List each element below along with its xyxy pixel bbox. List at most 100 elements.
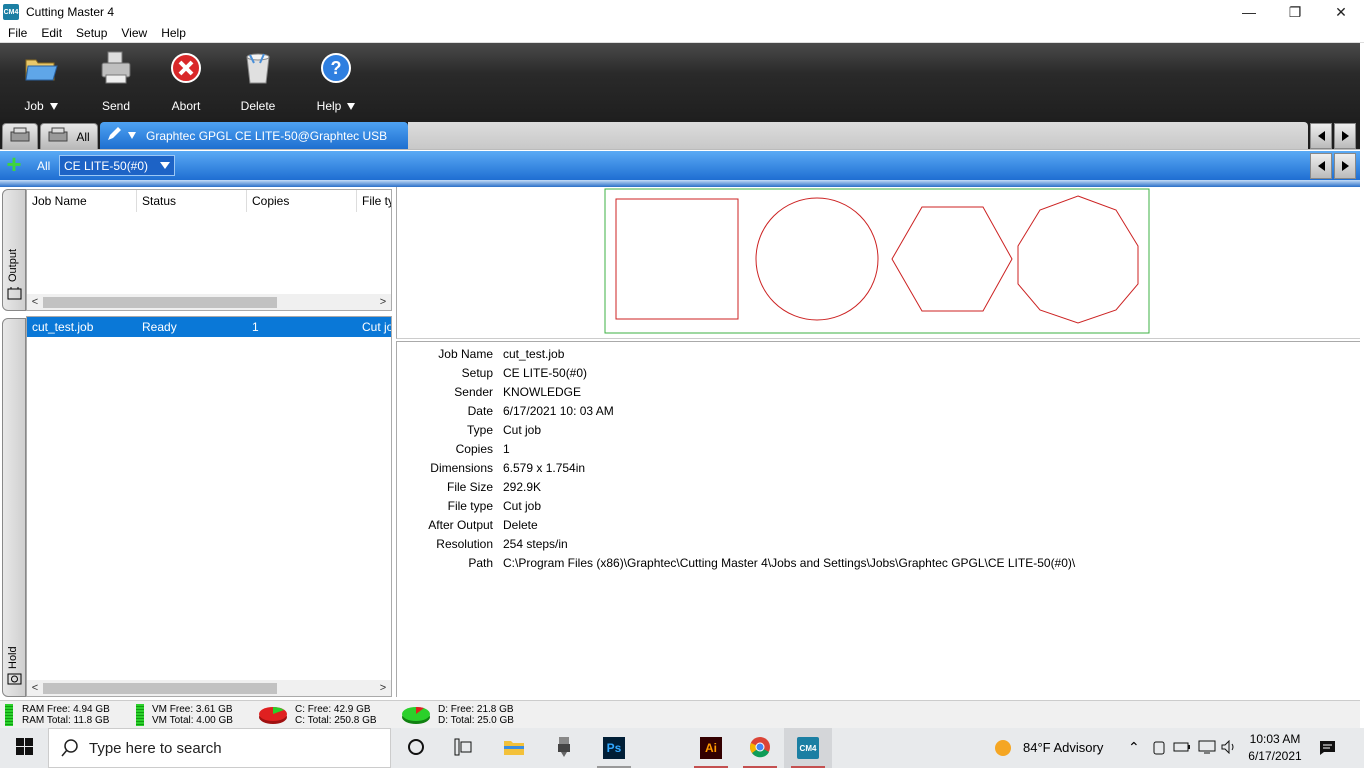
file-explorer-button[interactable]	[490, 728, 538, 768]
device-icon-tab[interactable]	[2, 123, 38, 149]
hold-job-list: cut_test.job Ready 1 Cut jo < >	[26, 316, 392, 697]
disk-c-status: C: Free: 42.9 GB C: Total: 250.8 GB	[295, 704, 377, 726]
restore-button[interactable]: ❐	[1272, 0, 1318, 24]
detail-copies: Copies 1	[455, 442, 510, 456]
abort-button-label: Abort	[171, 99, 201, 113]
scroll-left-icon[interactable]: <	[27, 294, 43, 310]
menu-setup[interactable]: Setup	[69, 26, 114, 40]
setup-tab-all[interactable]: All	[33, 155, 54, 177]
output-hscrollbar[interactable]: < >	[27, 294, 391, 310]
task-view-icon	[407, 738, 425, 759]
illustrator-button[interactable]: Ai	[687, 728, 735, 768]
column-copies[interactable]: Copies	[247, 190, 357, 212]
widgets-button[interactable]	[440, 728, 486, 768]
cutting-master-icon: CM4	[797, 737, 819, 759]
decagon-shape	[1017, 195, 1139, 324]
close-button[interactable]: ✕	[1318, 0, 1364, 24]
minimize-button[interactable]: —	[1226, 0, 1272, 24]
table-row[interactable]: cut_test.job Ready 1 Cut jo	[27, 317, 391, 337]
help-icon: ?	[318, 51, 354, 85]
scroll-left-button[interactable]	[1310, 123, 1332, 149]
cutting-master-button[interactable]: CM4	[784, 728, 832, 768]
delete-button[interactable]: Delete	[228, 51, 288, 115]
abort-button[interactable]: Abort	[156, 51, 216, 115]
device-tab-label: Graphtec GPGL CE LITE-50@Graphtec USB	[146, 128, 388, 143]
photoshop-icon: Ps	[603, 737, 625, 759]
menu-view[interactable]: View	[114, 26, 154, 40]
output-tab-label: Output	[7, 248, 19, 282]
setup-scroll-left-button[interactable]	[1310, 153, 1332, 179]
chevron-down-icon[interactable]	[128, 132, 136, 139]
search-icon	[61, 739, 79, 760]
abort-icon	[168, 51, 204, 85]
detail-path: Path C:\Program Files (x86)\Graphtec\Cutt…	[468, 556, 1076, 570]
preview-canvas	[604, 188, 1150, 334]
start-button[interactable]	[0, 728, 48, 768]
device-tab-all-label: All	[76, 129, 90, 144]
detail-job-name: Job Name cut_test.job	[438, 347, 565, 361]
chrome-button[interactable]	[736, 728, 784, 768]
photoshop-button[interactable]: Ps	[590, 728, 638, 768]
clock[interactable]: 10:03 AM 6/17/2021	[1244, 731, 1306, 765]
window-title: Cutting Master 4	[26, 5, 115, 19]
scroll-thumb[interactable]	[43, 683, 277, 694]
hold-hscrollbar[interactable]: < >	[27, 680, 391, 696]
scroll-right-icon[interactable]: >	[375, 294, 391, 310]
send-button[interactable]: Send	[86, 51, 146, 115]
setup-tab-strip: + All CE LITE-50(#0)	[0, 151, 1360, 180]
chevron-up-icon[interactable]: ⌃	[1128, 739, 1140, 756]
disk-d-pie-icon	[401, 705, 431, 728]
output-tab-icon	[7, 286, 22, 304]
volume-icon[interactable]	[1221, 739, 1237, 757]
notification-icon[interactable]	[1319, 740, 1336, 759]
taskbar: Type here to search Ps Ai CM4 84°F Advis…	[0, 728, 1364, 768]
scroll-right-button[interactable]	[1334, 123, 1356, 149]
send-button-label: Send	[101, 99, 131, 113]
folder-icon	[503, 738, 525, 759]
hold-side-tab[interactable]: Hold	[2, 318, 26, 697]
task-view-button[interactable]	[393, 728, 439, 768]
setup-scroll-right-button[interactable]	[1334, 153, 1356, 179]
setup-selector[interactable]: CE LITE-50(#0)	[59, 155, 175, 176]
column-job-name[interactable]: Job Name	[27, 190, 137, 212]
tray-app-icon[interactable]	[1152, 741, 1166, 758]
help-button[interactable]: ? Help	[306, 51, 366, 115]
menu-file[interactable]: File	[0, 26, 34, 40]
output-side-tab[interactable]: Output	[2, 189, 26, 311]
column-file-type[interactable]: File ty	[357, 190, 391, 212]
weather-text[interactable]: 84°F Advisory	[1023, 740, 1103, 755]
windows-icon	[15, 738, 33, 758]
arrow-right-icon	[1341, 131, 1349, 141]
battery-icon[interactable]	[1173, 741, 1191, 756]
detail-after-output: After Output Delete	[428, 518, 538, 532]
column-status[interactable]: Status	[137, 190, 247, 212]
job-button[interactable]: Job	[11, 51, 71, 115]
device-tab-strip: All Graphtec GPGL CE LITE-50@Graphtec US…	[0, 119, 1360, 150]
usb-tool-button[interactable]	[540, 728, 588, 768]
scroll-thumb[interactable]	[43, 297, 277, 308]
job-type-cell: Cut jo	[362, 320, 391, 334]
search-placeholder: Type here to search	[89, 739, 222, 757]
detail-file-size: File Size 292.9K	[446, 480, 542, 494]
chevron-down-icon	[347, 103, 356, 111]
weather-icon[interactable]	[994, 739, 1012, 760]
menu-edit[interactable]: Edit	[34, 26, 69, 40]
usb-drive-icon	[557, 736, 571, 761]
menu-help[interactable]: Help	[154, 26, 193, 40]
app-icon: CM4	[3, 4, 19, 20]
vm-status: VM Free: 3.61 GB VM Total: 4.00 GB	[152, 704, 233, 726]
device-tab-graphtec[interactable]: Graphtec GPGL CE LITE-50@Graphtec USB	[100, 122, 408, 149]
taskbar-search-box[interactable]: Type here to search	[48, 728, 391, 768]
device-tab-all[interactable]: All	[40, 123, 98, 149]
detail-dimensions: Dimensions 6.579 x 1.754in	[430, 461, 586, 475]
network-icon[interactable]	[1198, 740, 1216, 757]
help-button-label: Help	[316, 99, 342, 113]
pen-icon	[106, 126, 122, 145]
circle-shape	[755, 197, 879, 321]
column-header: Job Name Status Copies File ty	[27, 190, 391, 212]
scroll-left-icon[interactable]: <	[27, 680, 43, 696]
add-setup-icon[interactable]: +	[3, 151, 25, 177]
job-name-cell: cut_test.job	[32, 320, 94, 334]
scroll-right-icon[interactable]: >	[375, 680, 391, 696]
detail-date: Date 6/17/2021 10: 03 AM	[467, 404, 614, 418]
